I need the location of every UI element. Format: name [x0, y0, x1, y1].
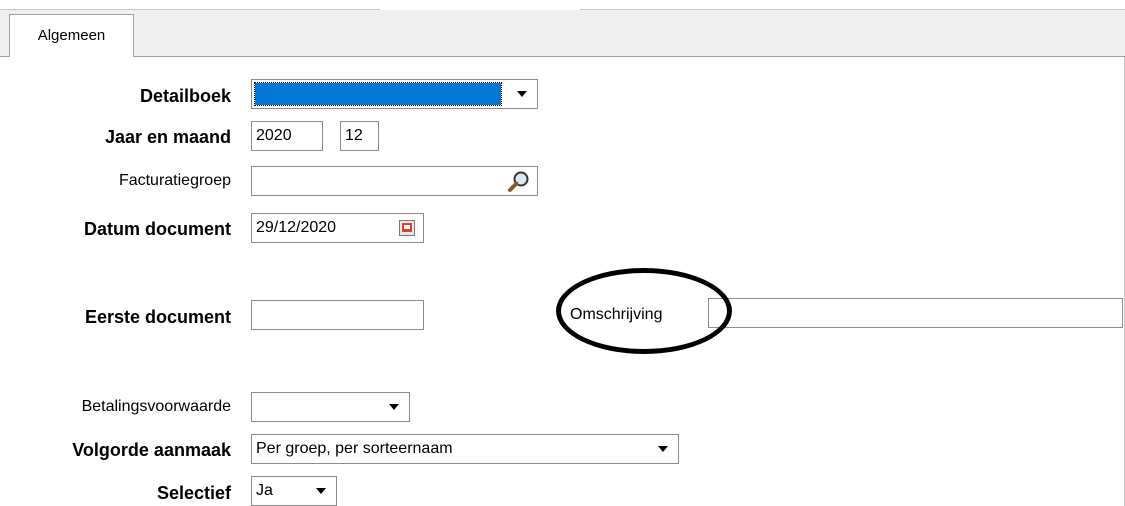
calendar-icon[interactable]: [399, 220, 415, 236]
tab-strip: Algemeen: [0, 0, 1125, 57]
tab-bar-background: [0, 10, 1125, 57]
jaar-en-maand-label: Jaar en maand: [104, 127, 231, 147]
detailboek-label: Detailboek: [139, 86, 231, 106]
facturatiegroep-label: Facturatiegroep: [118, 172, 231, 189]
volgorde-aanmaak-dropdown[interactable]: Per groep, per sorteernaam: [251, 434, 679, 464]
detailboek-dropdown[interactable]: [251, 79, 538, 109]
chevron-down-icon[interactable]: [658, 446, 668, 452]
year-input[interactable]: 2020: [251, 121, 323, 151]
selectief-dropdown[interactable]: Ja: [251, 476, 337, 506]
datum-document-input[interactable]: 29/12/2020: [251, 213, 424, 243]
volgorde-aanmaak-label: Volgorde aanmaak: [72, 440, 231, 460]
search-icon[interactable]: [507, 170, 531, 194]
chevron-down-icon[interactable]: [316, 488, 326, 494]
volgorde-aanmaak-value: Per groep, per sorteernaam: [256, 440, 453, 457]
annotation-circle: [556, 268, 732, 354]
month-value: 12: [345, 127, 363, 144]
omschrijving-input[interactable]: [708, 298, 1123, 328]
selectief-value: Ja: [256, 482, 273, 499]
selectief-label: Selectief: [156, 483, 231, 503]
year-value: 2020: [256, 127, 292, 144]
tab-algemeen[interactable]: Algemeen: [9, 14, 134, 57]
eerste-document-input[interactable]: [251, 300, 424, 330]
month-input[interactable]: 12: [340, 121, 379, 151]
detailboek-selection: [254, 82, 502, 106]
betalingsvoorwaarde-dropdown[interactable]: [251, 392, 410, 422]
datum-document-label: Datum document: [83, 219, 231, 239]
chevron-down-icon[interactable]: [517, 91, 527, 97]
facturatiegroep-input[interactable]: [251, 166, 538, 196]
eerste-document-label: Eerste document: [84, 307, 231, 327]
tab-label: Algemeen: [37, 27, 106, 44]
chevron-down-icon[interactable]: [389, 404, 399, 410]
datum-document-value: 29/12/2020: [256, 219, 337, 236]
betalingsvoorwaarde-label: Betalingsvoorwaarde: [81, 398, 231, 415]
